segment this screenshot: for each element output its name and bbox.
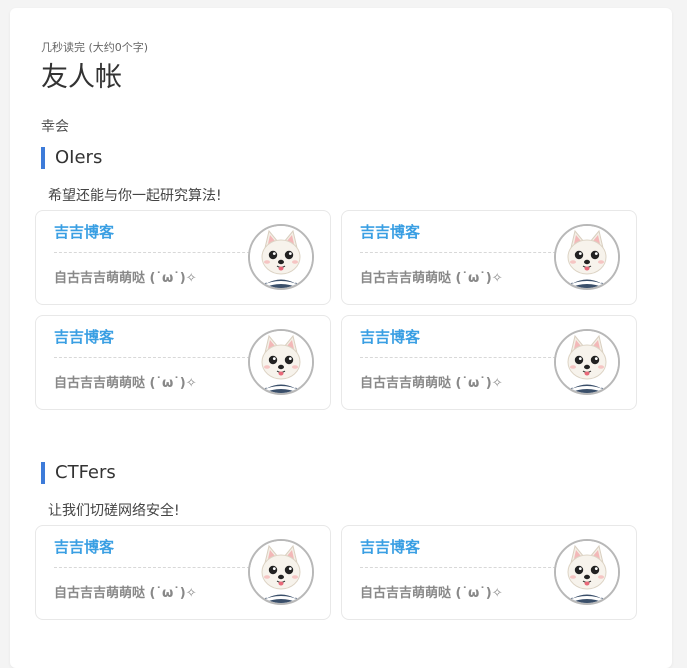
friend-name-link[interactable]: 吉吉博客 [54,221,114,242]
friend-name-link[interactable]: 吉吉博客 [360,221,420,242]
divider [360,567,556,568]
friend-name-link[interactable]: 吉吉博客 [54,536,114,557]
section-desc-ctfers: 让我们切磋网络安全! [48,503,180,519]
section-desc-oiers: 希望还能与你一起研究算法! [48,188,222,204]
friend-desc: 自古吉吉萌萌哒 (˙ω˙)✧ [54,586,197,601]
dog-avatar-icon[interactable] [554,224,620,290]
dog-avatar-icon[interactable] [248,539,314,605]
reading-time: 几秒读完 (大约0个字) [41,41,149,54]
friend-desc: 自古吉吉萌萌哒 (˙ω˙)✧ [360,376,503,391]
dog-avatar-icon[interactable] [554,539,620,605]
friend-desc: 自古吉吉萌萌哒 (˙ω˙)✧ [360,271,503,286]
friend-name-link[interactable]: 吉吉博客 [360,536,420,557]
friend-desc: 自古吉吉萌萌哒 (˙ω˙)✧ [360,586,503,601]
divider [360,252,556,253]
divider [54,567,250,568]
divider [54,252,250,253]
divider [360,357,556,358]
dog-avatar-icon[interactable] [248,329,314,395]
section-heading-ctfers: CTFers [41,462,116,484]
friend-card[interactable]: 吉吉博客 自古吉吉萌萌哒 (˙ω˙)✧ [35,525,331,620]
section-heading-oiers: OIers [41,147,102,169]
content-card: 几秒读完 (大约0个字) 友人帐 幸会 OIers 希望还能与你一起研究算法! … [10,8,672,668]
friend-desc: 自古吉吉萌萌哒 (˙ω˙)✧ [54,271,197,286]
divider [54,357,250,358]
friend-name-link[interactable]: 吉吉博客 [54,326,114,347]
friend-card[interactable]: 吉吉博客 自古吉吉萌萌哒 (˙ω˙)✧ [341,210,637,305]
page-title: 友人帐 [41,62,122,93]
friend-card[interactable]: 吉吉博客 自古吉吉萌萌哒 (˙ω˙)✧ [35,210,331,305]
page-intro: 幸会 [41,119,69,135]
dog-avatar-icon[interactable] [248,224,314,290]
friend-name-link[interactable]: 吉吉博客 [360,326,420,347]
friend-desc: 自古吉吉萌萌哒 (˙ω˙)✧ [54,376,197,391]
friend-card[interactable]: 吉吉博客 自古吉吉萌萌哒 (˙ω˙)✧ [35,315,331,410]
friend-card[interactable]: 吉吉博客 自古吉吉萌萌哒 (˙ω˙)✧ [341,315,637,410]
dog-avatar-icon[interactable] [554,329,620,395]
friend-card[interactable]: 吉吉博客 自古吉吉萌萌哒 (˙ω˙)✧ [341,525,637,620]
